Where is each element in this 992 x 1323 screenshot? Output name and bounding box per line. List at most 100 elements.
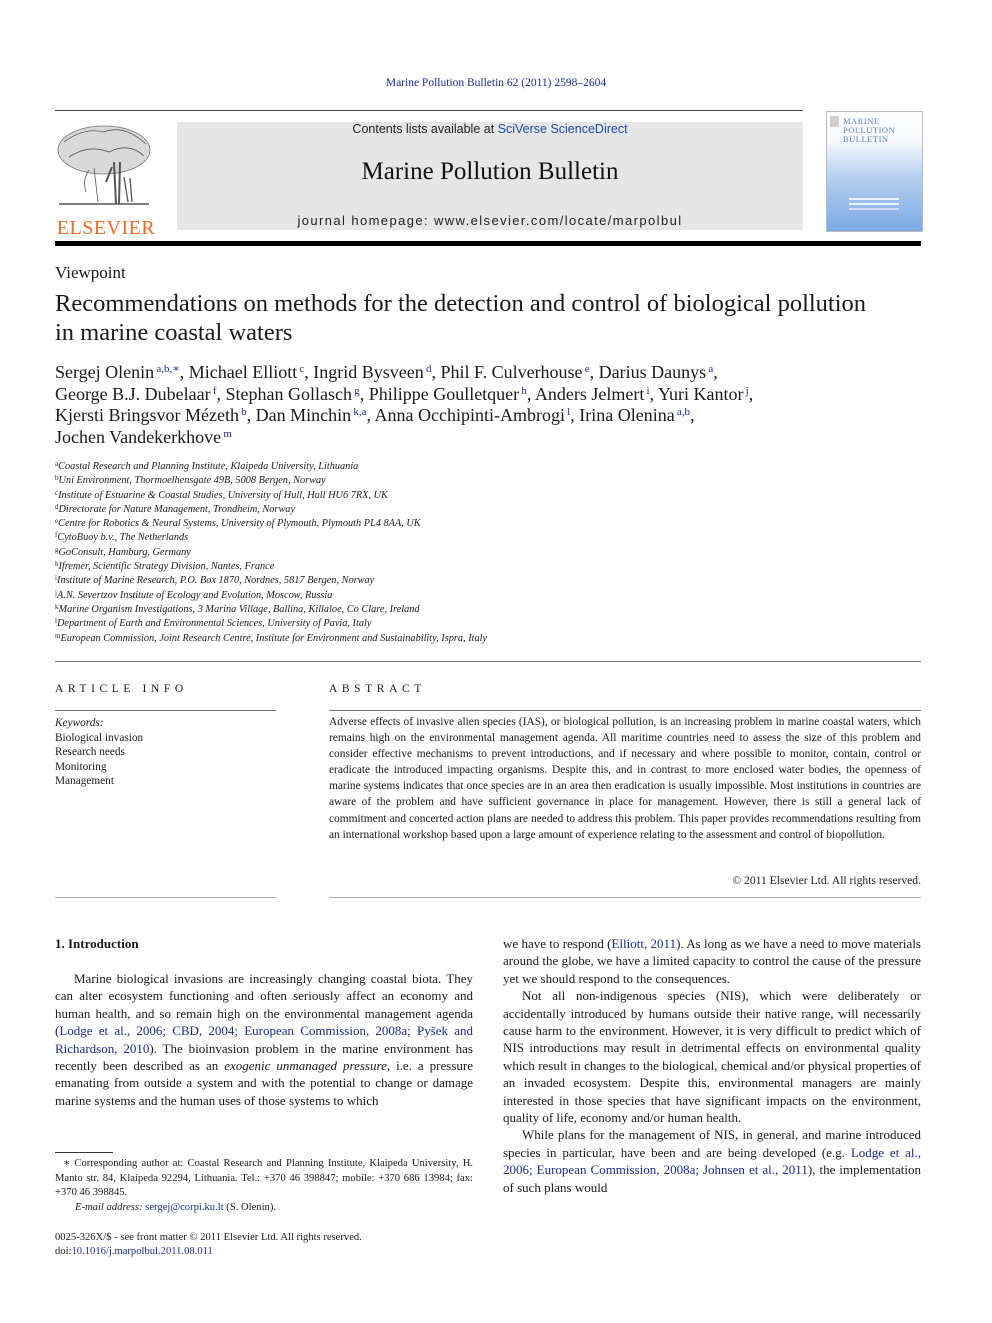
body-column-right: we have to respond (Elliott, 2011). As l… — [503, 935, 921, 1196]
author-affiliation-marker[interactable]: d — [424, 363, 432, 375]
email-link[interactable]: sergej@corpi.ku.lt — [145, 1202, 223, 1213]
keywords-label: Keywords: — [55, 717, 104, 729]
author-name[interactable]: Phil F. Culverhouse — [440, 362, 582, 382]
body-column-left: Marine biological invasions are increasi… — [55, 970, 473, 1109]
affiliation-key: k — [55, 602, 59, 611]
author-name[interactable]: Sergej Olenin — [55, 362, 154, 382]
author-affiliation-marker[interactable]: e — [583, 363, 590, 375]
article-type: Viewpoint — [55, 263, 126, 282]
affiliation-key: j — [55, 588, 57, 597]
paragraph: we have to respond (Elliott, 2011). As l… — [503, 935, 921, 987]
paragraph: While plans for the management of NIS, i… — [503, 1126, 921, 1196]
affiliation-key: m — [55, 631, 61, 640]
front-matter-text: 0025-326X/$ - see front matter © 2011 El… — [55, 1232, 362, 1243]
author-affiliation-marker[interactable]: i — [644, 385, 650, 397]
body-text: we have to respond ( — [503, 936, 612, 951]
journal-citation[interactable]: Marine Pollution Bulletin 62 (2011) 2598… — [0, 77, 992, 89]
elsevier-tree-icon — [57, 125, 151, 205]
journal-homepage[interactable]: journal homepage: www.elsevier.com/locat… — [177, 213, 803, 228]
affiliation-item: dDirectorate for Nature Management, Tron… — [55, 502, 296, 515]
cover-title: MARINE POLLUTION BULLETIN — [843, 116, 896, 144]
author-affiliation-marker[interactable]: g — [352, 385, 360, 397]
author-affiliation-marker[interactable]: l — [565, 406, 570, 418]
author-name[interactable]: Dan Minchin — [256, 405, 351, 425]
author-affiliation-marker[interactable]: a — [706, 363, 713, 375]
author-name[interactable]: Kjersti Bringsvor Mézeth — [55, 405, 239, 425]
article-title: Recommendations on methods for the detec… — [55, 290, 867, 346]
abstract-heading: ABSTRACT — [329, 683, 426, 695]
author-list: Sergej Olenin a,b,∗, Michael Elliott c, … — [55, 362, 754, 447]
abstract-text: Adverse effects of invasive alien specie… — [329, 716, 921, 841]
affiliation-item: jA.N. Severtzov Institute of Ecology and… — [55, 588, 333, 601]
footnote-rule — [55, 1152, 113, 1153]
affiliation-key: a — [55, 460, 59, 468]
affiliation-item: bUni Environment, Thormoelhensgate 49B, … — [55, 474, 326, 487]
affiliation-item: aCoastal Research and Planning Institute… — [55, 460, 359, 473]
author-name[interactable]: Ingrid Bysveen — [313, 362, 423, 382]
author-name[interactable]: Yuri Kantor — [658, 384, 743, 404]
author-name[interactable]: Stephan Gollasch — [226, 384, 352, 404]
author-name[interactable]: Jochen Vandekerkhove — [55, 427, 221, 447]
author-name[interactable]: Anna Occhipinti-Ambrogi — [375, 405, 565, 425]
article-info-rule-bottom — [55, 897, 276, 898]
paragraph: Not all non-indigenous species (NIS), wh… — [503, 987, 921, 1126]
paragraph: Marine biological invasions are increasi… — [55, 970, 473, 1109]
section-heading-introduction: 1. Introduction — [55, 936, 139, 951]
affiliation-item: hIfremer, Scientific Strategy Division, … — [55, 560, 275, 573]
keywords-block: Keywords: Biological invasion Research n… — [55, 716, 143, 789]
affiliation-item: lDepartment of Earth and Environmental S… — [55, 617, 372, 630]
journal-masthead: Contents lists available at SciVerse Sci… — [177, 122, 803, 230]
author-affiliation-marker[interactable]: a,b,∗ — [154, 363, 179, 375]
affiliation-item: eCentre for Robotics & Neural Systems, U… — [55, 517, 421, 530]
keyword-item: Management — [55, 775, 114, 788]
affiliation-key: c — [55, 488, 59, 497]
abstract-rule-bottom — [329, 897, 921, 898]
author-affiliation-marker[interactable]: k,a — [351, 406, 366, 418]
abstract-copyright: © 2011 Elsevier Ltd. All rights reserved… — [732, 874, 921, 887]
author-affiliation-marker[interactable]: j — [743, 385, 749, 397]
affiliation-key: d — [55, 502, 59, 511]
abstract-rule-top — [329, 710, 921, 711]
keyword-item: Monitoring — [55, 760, 107, 773]
author-name[interactable]: George B.J. Dubelaar — [55, 384, 211, 404]
affiliation-key: e — [55, 517, 59, 526]
affiliation-item: fCytoBuoy b.v., The Netherlands — [55, 531, 189, 544]
affiliation-key: b — [55, 474, 59, 483]
sciencedirect-link[interactable]: SciVerse ScienceDirect — [498, 122, 628, 136]
affiliation-key: l — [55, 617, 57, 626]
author-affiliation-marker[interactable]: a,b — [675, 406, 690, 418]
keyword-item: Research needs — [55, 746, 125, 759]
author-affiliation-marker[interactable]: b — [239, 406, 247, 418]
citation-link[interactable]: Elliott, 2011 — [612, 936, 677, 951]
author-name[interactable]: Darius Daunys — [599, 362, 706, 382]
affiliation-item: gGoConsult, Hamburg, Germany — [55, 545, 191, 558]
author-name[interactable]: Philippe Goulletquer — [369, 384, 519, 404]
affiliation-item: cInstitute of Estuarine & Coastal Studie… — [55, 488, 388, 501]
email-line: E-mail address: sergej@corpi.ku.lt (S. O… — [75, 1201, 277, 1213]
body-text: Not all non-indigenous species (NIS), wh… — [503, 988, 921, 1126]
author-affiliation-marker[interactable]: c — [297, 363, 304, 375]
journal-title: Marine Pollution Bulletin — [361, 158, 619, 185]
contents-availability: Contents lists available at SciVerse Sci… — [352, 122, 628, 136]
cover-water-reflection — [849, 198, 899, 200]
doi-link[interactable]: 10.1016/j.marpolbul.2011.08.011 — [71, 1246, 212, 1257]
author-affiliation-marker[interactable]: m — [221, 428, 232, 440]
corresponding-author-footnote: ∗ Corresponding author at: Coastal Resea… — [55, 1157, 473, 1215]
affiliation-key: h — [55, 560, 59, 569]
affiliation-rule — [55, 661, 921, 662]
author-name[interactable]: Michael Elliott — [189, 362, 297, 382]
affiliation-key: g — [55, 545, 59, 554]
affiliation-key: f — [55, 531, 58, 540]
cover-publisher-badge — [830, 116, 839, 127]
journal-cover-thumbnail[interactable]: MARINE POLLUTION BULLETIN — [826, 111, 923, 232]
emphasis-text: exogenic unmanaged pressure — [224, 1058, 387, 1074]
author-affiliation-marker[interactable]: f — [211, 385, 217, 397]
keyword-item: Biological invasion — [55, 731, 144, 744]
affiliation-item: kMarine Organism Investigations, 3 Marin… — [55, 602, 420, 615]
author-name[interactable]: Anders Jelmert — [535, 384, 644, 404]
elsevier-logo[interactable]: ELSEVIER — [54, 122, 158, 239]
corresponding-author-text: ∗ Corresponding author at: Coastal Resea… — [55, 1158, 473, 1198]
author-name[interactable]: Irina Olenina — [579, 405, 674, 425]
affiliation-list: aCoastal Research and Planning Institute… — [55, 460, 755, 646]
author-affiliation-marker[interactable]: h — [519, 385, 527, 397]
